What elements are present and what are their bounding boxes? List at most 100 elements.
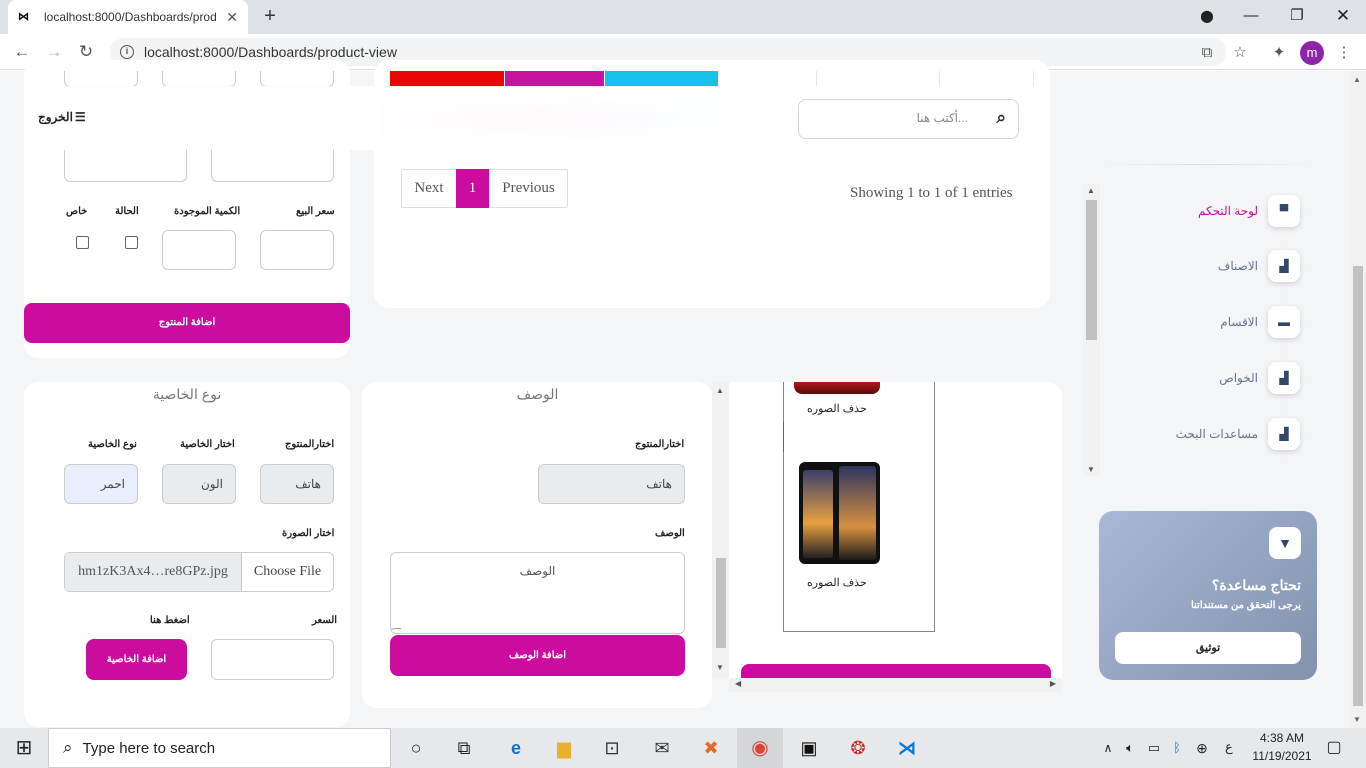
windows-start-icon[interactable]: ⊞ (10, 734, 38, 762)
scroll-up-icon[interactable]: ▲ (716, 386, 724, 395)
profile-avatar[interactable]: m (1300, 41, 1324, 65)
new-tab-button[interactable]: + (258, 4, 282, 28)
product-field-cut-2[interactable] (162, 71, 236, 87)
search-icon[interactable]: ⌕ (996, 108, 1006, 128)
pagination-previous[interactable]: Previous (489, 170, 567, 207)
sidebar-item-categories[interactable]: ▟ الاصناف (1120, 250, 1310, 284)
sidebar-divider (1098, 164, 1318, 165)
page-scroll-down-icon[interactable]: ▼ (1353, 715, 1361, 724)
desc-product-select[interactable]: هاتف (538, 464, 685, 504)
close-window-button[interactable]: ✕ (1320, 0, 1366, 32)
product-field-cut-4[interactable] (64, 148, 187, 182)
translate-icon[interactable]: ⧉ (1196, 42, 1218, 64)
sale-price-label: سعر البيع (296, 206, 335, 217)
images-submit-button-cut[interactable] (741, 664, 1051, 678)
chrome-icon[interactable]: ◉ (746, 734, 774, 762)
sidebar-scrollbar[interactable]: ▲ ▼ (1083, 184, 1100, 476)
file-name: hm1zK3Ax4…re8GPz.jpg (65, 553, 241, 591)
attribute-card-title: نوع الخاصية (152, 386, 222, 402)
taskbar-search-placeholder: Type here to search (82, 739, 216, 757)
product-field-cut-3[interactable] (260, 71, 334, 87)
card-icon: ▬ (1268, 306, 1300, 338)
task-view-icon[interactable]: ⧉ (450, 734, 478, 762)
desc-product-label: اختارالمنتوج (635, 439, 685, 450)
tab-close-icon[interactable]: ✕ (226, 9, 238, 26)
status-checkbox[interactable] (125, 236, 138, 249)
minimize-button[interactable]: — (1228, 0, 1274, 32)
search-input[interactable]: أكتب هنا... ⌕ (798, 99, 1019, 139)
sidebar-item-dashboard[interactable]: ▀ لوحة التحكم (1120, 195, 1310, 229)
tab-favicon-icon: ⋈ (18, 11, 29, 23)
attr-product-select[interactable]: هاتف (260, 464, 334, 504)
scroll-right-icon[interactable]: ▶ (1050, 679, 1056, 688)
browser-tab[interactable]: ⋈ localhost:8000/Dashboards/prod ✕ (8, 0, 248, 34)
sidebar-scroll-thumb[interactable] (1086, 200, 1097, 340)
description-scrollbar[interactable]: ▲ ▼ (712, 382, 729, 678)
product-field-cut-5[interactable] (211, 148, 334, 182)
edge-icon[interactable]: e (502, 734, 530, 762)
notifications-icon[interactable]: ▢ (1320, 734, 1348, 762)
taskbar-time[interactable]: 4:38 AM (1250, 731, 1314, 745)
help-subtitle: يرجى التحقق من مستنداتنا (1190, 600, 1301, 611)
documentation-button[interactable]: توثيق (1115, 632, 1301, 664)
url-text: localhost:8000/Dashboards/product-view (144, 44, 397, 60)
description-textarea[interactable]: الوصف ⟋ (389, 552, 685, 636)
scroll-thumb[interactable] (716, 558, 726, 648)
price-label: السعر (312, 615, 338, 626)
phone-image-2 (799, 462, 880, 564)
special-label: خاص (66, 206, 88, 217)
mail-icon[interactable]: ✉ (648, 734, 676, 762)
attr-select-label: اختار الخاصية (180, 439, 235, 450)
taskbar-date[interactable]: 11/19/2021 (1250, 749, 1314, 763)
file-explorer-icon[interactable]: ▆ (550, 734, 578, 762)
terminal-icon[interactable]: ▣ (795, 734, 823, 762)
site-info-icon[interactable]: i (120, 45, 134, 59)
sidebar-item-sections[interactable]: ▬ الاقسام (1120, 306, 1310, 340)
add-description-button[interactable]: اضافة الوصف (390, 635, 685, 676)
back-icon[interactable]: ← (10, 40, 34, 64)
pagination-next[interactable]: Next (402, 170, 456, 207)
qty-input[interactable] (162, 230, 236, 270)
menu-kebab-icon[interactable]: ⋮ (1333, 42, 1355, 64)
cortana-icon[interactable]: ○ (402, 734, 430, 762)
bluetooth-icon[interactable]: ᛒ (1163, 734, 1191, 762)
sidebar-item-attributes[interactable]: ▟ الخواص (1120, 362, 1310, 396)
pagination-page-1[interactable]: 1 (456, 169, 489, 208)
special-checkbox[interactable] (76, 236, 89, 249)
bookmark-star-icon[interactable]: ☆ (1229, 42, 1251, 64)
xampp-icon[interactable]: ✖ (697, 734, 725, 762)
page-scroll-up-icon[interactable]: ▲ (1353, 75, 1361, 84)
product-field-cut-1[interactable] (64, 71, 138, 87)
sidebar-item-search-helps[interactable]: ▟ مساعدات البحث (1120, 418, 1310, 452)
scroll-left-icon[interactable]: ◀ (735, 679, 741, 688)
attr-type-input[interactable]: احمر (64, 464, 138, 504)
delete-image-1-link[interactable]: حذف الصوره (807, 402, 867, 415)
sidebar-label-sections: الاقسام (1220, 315, 1258, 329)
attr-select[interactable]: الون (162, 464, 236, 504)
restore-button[interactable]: ❐ (1274, 0, 1320, 32)
sidebar-scroll-down-icon[interactable]: ▼ (1087, 465, 1095, 474)
phone-image-1 (794, 382, 880, 394)
logout-link[interactable]: الخروج ☰ (38, 110, 86, 124)
page-scrollbar[interactable]: ▲ ▼ (1350, 71, 1366, 728)
price-input[interactable] (211, 639, 334, 680)
taskbar-search[interactable]: ⌕ Type here to search (48, 728, 391, 768)
sidebar-scroll-up-icon[interactable]: ▲ (1087, 186, 1095, 195)
input-language[interactable]: ع (1225, 739, 1233, 755)
desc-label: الوصف (655, 528, 685, 539)
add-product-button[interactable]: اضافة المنتوج (24, 303, 350, 343)
network-globe-icon[interactable]: ⊕ (1188, 734, 1216, 762)
store-icon[interactable]: ⊡ (598, 734, 626, 762)
sale-price-input[interactable] (260, 230, 334, 270)
scroll-down-icon[interactable]: ▼ (716, 663, 724, 672)
delete-image-2-link[interactable]: حذف الصوره (807, 576, 867, 589)
choose-file-button[interactable]: Choose File (241, 553, 333, 591)
images-h-scrollbar[interactable]: ◀ ▶ (729, 678, 1062, 692)
sidebar-label-search-helps: مساعدات البحث (1175, 427, 1258, 441)
add-attribute-button[interactable]: اضافة الخاصية (86, 639, 187, 680)
tab-search-icon[interactable]: ⬤ (1184, 0, 1230, 32)
vscode-icon[interactable]: ⋊ (893, 734, 921, 762)
page-scroll-thumb[interactable] (1353, 266, 1363, 706)
extensions-icon[interactable]: ✦ (1268, 42, 1290, 64)
app-icon[interactable]: ❂ (844, 734, 872, 762)
